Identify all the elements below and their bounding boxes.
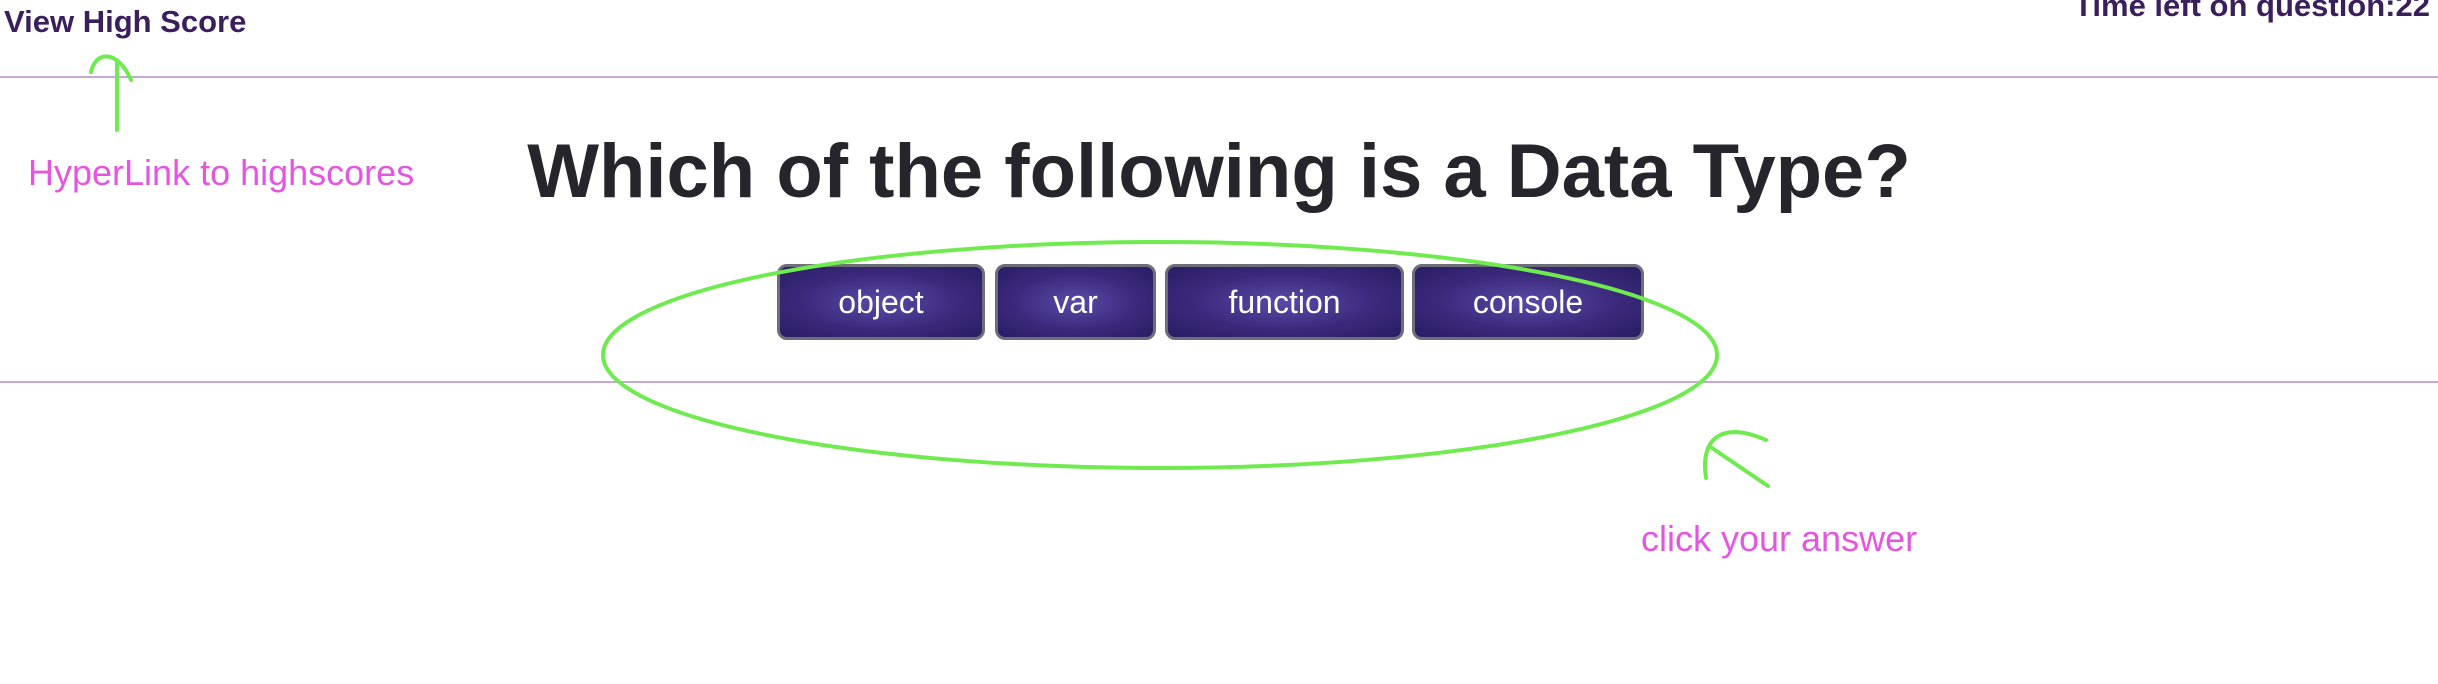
answer-annotation-text: click your answer bbox=[1641, 518, 1918, 559]
view-high-score-link[interactable]: View High Score bbox=[4, 4, 246, 40]
answer-button-console[interactable]: console bbox=[1412, 264, 1644, 340]
highscore-arrow-icon bbox=[89, 54, 133, 132]
question-timer: Time left on question:22 bbox=[2074, 0, 2430, 23]
answer-button-object[interactable]: object bbox=[777, 264, 985, 340]
content-divider bbox=[0, 381, 2438, 383]
answer-button-function[interactable]: function bbox=[1165, 264, 1404, 340]
annotation-overlay bbox=[89, 54, 1770, 488]
answer-button-var[interactable]: var bbox=[995, 264, 1156, 340]
header-divider bbox=[0, 76, 2438, 78]
answer-choices: object var function console bbox=[0, 264, 2438, 340]
highscore-annotation-text: HyperLink to highscores bbox=[28, 152, 415, 193]
answer-arrow-icon bbox=[1703, 430, 1770, 488]
quiz-page: View High Score Time left on question:22… bbox=[0, 0, 2438, 684]
